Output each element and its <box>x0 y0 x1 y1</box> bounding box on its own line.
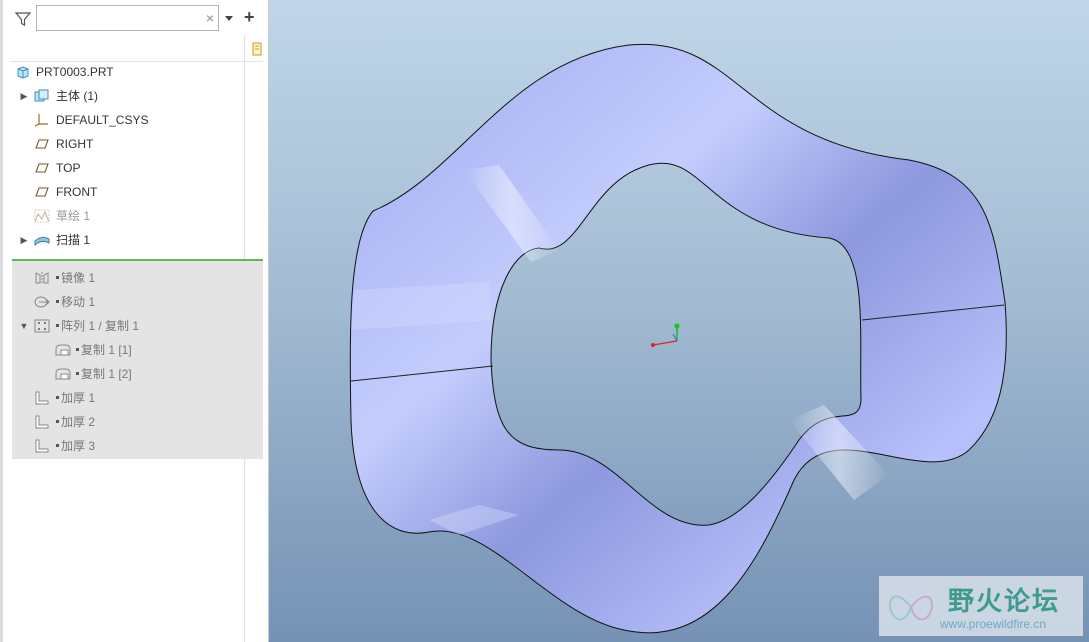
tree-item-mirror[interactable]: 镜像 1 <box>0 267 262 289</box>
clear-icon[interactable]: × <box>203 9 217 27</box>
tree-item-label: 加厚 1 <box>61 391 96 405</box>
sketch-icon <box>34 209 50 223</box>
tree-item-csys[interactable]: DEFAULT_CSYS <box>0 109 262 131</box>
tree-item-sketch[interactable]: 草绘 1 <box>0 205 262 227</box>
thicken-icon <box>35 391 49 405</box>
copy-icon <box>55 344 71 356</box>
tree-item-move[interactable]: 移动 1 <box>0 291 262 313</box>
model-tree-panel: × + PRT0003.PRT ▶ 主体 (1) DEFAULT_CSYS RI… <box>0 0 269 642</box>
tree-item-label: RIGHT <box>56 137 94 151</box>
datum-plane-icon <box>35 163 49 173</box>
copy-icon <box>55 368 71 380</box>
tree-item-label: 镜像 1 <box>61 271 96 285</box>
tree-item-body[interactable]: ▶ 主体 (1) <box>0 85 262 107</box>
csys-icon <box>34 114 48 127</box>
tree-item-copy-2[interactable]: 复制 1 [2] <box>0 363 262 385</box>
datum-plane-icon <box>35 187 49 197</box>
graphics-viewport[interactable]: 野火论坛 www.proewildfire.cn <box>269 0 1089 642</box>
collapse-arrow-icon[interactable]: ▼ <box>19 315 29 337</box>
tree-item-label: 扫描 1 <box>56 233 91 247</box>
thicken-icon <box>35 439 49 453</box>
filter-icon[interactable] <box>14 10 32 28</box>
tree-item-label: 移动 1 <box>61 295 96 309</box>
watermark-title: 野火论坛 <box>948 587 1061 617</box>
tree-item-right[interactable]: RIGHT <box>0 133 262 155</box>
suppressed-marker <box>56 396 59 399</box>
tree-item-label: 加厚 2 <box>61 415 96 429</box>
tree-item-front[interactable]: FRONT <box>0 181 262 203</box>
tree-item-label: FRONT <box>56 185 98 199</box>
suppressed-marker <box>76 372 79 375</box>
suppressed-marker <box>56 420 59 423</box>
tree-item-top[interactable]: TOP <box>0 157 262 179</box>
watermark-url: www.proewildfire.cn <box>940 617 1047 631</box>
suppressed-marker <box>56 276 59 279</box>
body-icon <box>34 89 49 102</box>
tree-item-thicken-3[interactable]: 加厚 3 <box>0 435 262 457</box>
tree-filter-bar: × + <box>10 5 265 33</box>
suppressed-marker <box>56 324 59 327</box>
tree-item-root[interactable]: PRT0003.PRT <box>0 61 262 83</box>
tree-columns-icon[interactable] <box>251 42 263 56</box>
tree-item-label: 主体 (1) <box>56 89 99 103</box>
mirror-icon <box>35 272 49 284</box>
pattern-icon <box>34 319 50 333</box>
tree-item-label: 复制 1 [2] <box>81 367 132 381</box>
tree-item-thicken-2[interactable]: 加厚 2 <box>0 411 262 433</box>
datum-plane-icon <box>35 139 49 149</box>
part-icon <box>17 66 29 79</box>
tree-item-label: 加厚 3 <box>61 439 96 453</box>
thicken-icon <box>35 415 49 429</box>
tree-item-label: 草绘 1 <box>56 209 91 223</box>
tree-item-pattern[interactable]: ▼ 阵列 1 / 复制 1 <box>0 315 262 337</box>
suppressed-marker <box>56 300 59 303</box>
forum-watermark: 野火论坛 www.proewildfire.cn <box>879 576 1083 636</box>
coordinate-triad-icon <box>651 323 680 347</box>
chevron-down-icon[interactable] <box>224 13 234 23</box>
move-icon <box>34 296 50 308</box>
butterfly-logo-icon <box>889 595 933 621</box>
suppressed-marker <box>56 444 59 447</box>
tree-item-label: 阵列 1 / 复制 1 <box>61 319 140 333</box>
tree-item-label: 复制 1 [1] <box>81 343 132 357</box>
add-icon[interactable]: + <box>244 8 256 26</box>
sweep-icon <box>34 236 50 247</box>
tree-item-label: PRT0003.PRT <box>36 65 114 79</box>
search-input[interactable] <box>36 5 219 31</box>
expand-arrow-icon[interactable]: ▶ <box>19 85 29 107</box>
tree-item-label: DEFAULT_CSYS <box>56 113 149 127</box>
tree-item-copy-1[interactable]: 复制 1 [1] <box>0 339 262 361</box>
tree-item-sweep[interactable]: ▶ 扫描 1 <box>0 229 262 251</box>
tree-item-label: TOP <box>56 161 81 175</box>
expand-arrow-icon[interactable]: ▶ <box>19 229 29 251</box>
model-surface[interactable] <box>269 0 1089 642</box>
tree-item-thicken-1[interactable]: 加厚 1 <box>0 387 262 409</box>
suppressed-marker <box>76 348 79 351</box>
